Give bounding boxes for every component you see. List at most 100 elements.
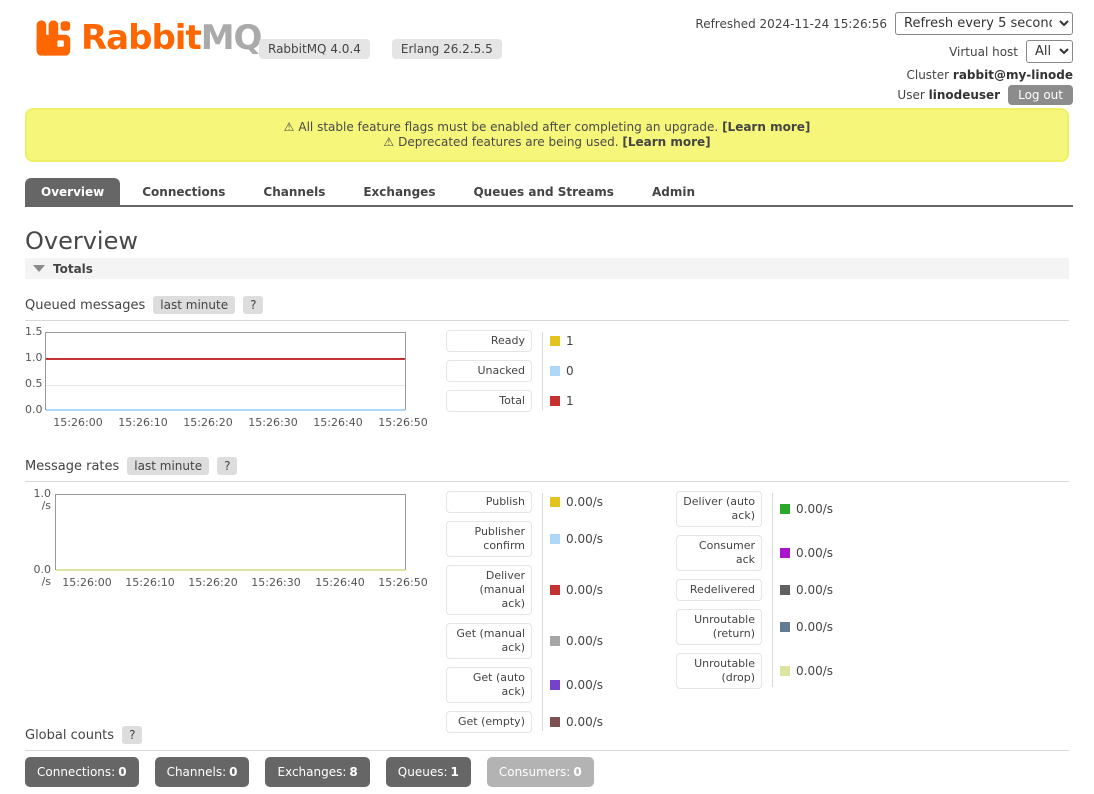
x-axis-tick: 15:26:20 <box>183 416 232 429</box>
tab-channels[interactable]: Channels <box>247 178 341 205</box>
collapse-triangle-icon <box>33 265 45 272</box>
x-axis-tick: 15:26:10 <box>125 576 174 589</box>
rates-legend-value: 0.00/s <box>796 664 833 678</box>
count-value: 0 <box>573 765 581 779</box>
x-axis-tick: 15:26:20 <box>188 576 237 589</box>
rabbitmq-logo[interactable]: RabbitMQTM <box>35 18 277 67</box>
message-rates-chart: 1.0 /s0.0 /s15:26:0015:26:1015:26:2015:2… <box>25 488 435 588</box>
totals-section-header[interactable]: Totals <box>25 258 1069 279</box>
count-value: 1 <box>451 765 459 779</box>
rabbitmq-version-badge: RabbitMQ 4.0.4 <box>259 39 370 59</box>
refreshed-text: Refreshed 2024-11-24 15:26:56 <box>695 17 887 31</box>
user-name: linodeuser <box>929 88 1000 102</box>
y-axis-tick: 1.5 <box>25 326 41 338</box>
rates-legend-divider <box>772 493 773 687</box>
virtual-host-select[interactable]: All <box>1026 40 1073 63</box>
virtual-host-label: Virtual host <box>949 45 1018 59</box>
count-value: 0 <box>118 765 126 779</box>
refresh-interval-select[interactable]: Refresh every 5 seconds <box>895 12 1073 35</box>
global-counts-boxes: Connections:0Channels:0Exchanges:8Queues… <box>25 757 594 787</box>
rates-legend-value: 0.00/s <box>796 620 833 634</box>
learn-more-link-1[interactable]: [Learn more] <box>722 120 810 134</box>
refresh-row: Refreshed 2024-11-24 15:26:56 Refresh ev… <box>695 12 1073 35</box>
rates-legend-value: 0.00/s <box>566 532 603 546</box>
queued-help-icon[interactable]: ? <box>243 296 263 314</box>
rates-legend-label: Deliver (auto ack) <box>676 491 762 527</box>
rates-legend-value: 0.00/s <box>566 678 603 692</box>
rates-legend-label: Deliver (manual ack) <box>446 565 532 615</box>
x-axis-tick: 15:26:50 <box>378 576 427 589</box>
rates-legend-label: Unroutable (return) <box>676 609 762 645</box>
rabbitmq-logo-icon <box>35 18 75 58</box>
count-box-connections: Connections:0 <box>25 757 139 787</box>
wordmark-mq: MQ <box>201 18 262 58</box>
message-rates-legend-left: Publish0.00/sPublisher confirm0.00/sDeli… <box>446 491 603 733</box>
y-axis-tick: 1.0 /s <box>25 488 51 500</box>
learn-more-link-2[interactable]: [Learn more] <box>622 135 710 149</box>
rates-range-badge[interactable]: last minute <box>127 457 209 475</box>
tab-admin[interactable]: Admin <box>636 178 711 205</box>
rates-legend-swatch-icon <box>550 680 560 690</box>
rates-legend-swatch-icon <box>780 548 790 558</box>
count-label: Exchanges: <box>277 765 346 779</box>
banner-line-2-text: Deprecated features are being used. <box>398 135 618 149</box>
queued-legend-row: Unacked0 <box>446 360 574 382</box>
rates-legend-row: Deliver (auto ack)0.00/s <box>676 491 833 527</box>
x-axis-tick: 15:26:40 <box>313 416 362 429</box>
queued-legend-row: Total 1 <box>446 390 574 412</box>
count-label: Connections: <box>37 765 115 779</box>
logout-button[interactable]: Log out <box>1008 85 1073 105</box>
refreshed-label: Refreshed <box>695 17 755 31</box>
rates-legend-label: Unroutable (drop) <box>676 653 762 689</box>
global-counts-title: Global counts <box>25 728 114 743</box>
rates-legend-value: 0.00/s <box>796 583 833 597</box>
user-label: User <box>897 88 924 102</box>
rates-legend-row: Unroutable (return) 0.00/s <box>676 609 833 645</box>
queued-legend-row: Ready 1 <box>446 330 574 352</box>
queued-legend-value: 1 <box>566 334 574 348</box>
totals-label: Totals <box>53 262 93 276</box>
rates-help-icon[interactable]: ? <box>217 457 237 475</box>
x-axis-tick: 15:26:50 <box>378 416 427 429</box>
rates-legend-divider <box>542 493 543 731</box>
queued-legend-label: Ready <box>446 330 532 352</box>
rates-legend-row: Unroutable (drop) 0.00/s <box>676 653 833 689</box>
tab-connections[interactable]: Connections <box>126 178 241 205</box>
message-rates-title: Message rates <box>25 459 119 474</box>
rates-legend-value: 0.00/s <box>566 495 603 509</box>
global-help-icon[interactable]: ? <box>122 726 142 744</box>
queued-legend-swatch-icon <box>550 366 560 376</box>
virtual-host-row: Virtual host All <box>949 40 1073 63</box>
user-text: User linodeuser <box>897 88 1000 102</box>
queued-legend-label: Total <box>446 390 532 412</box>
tab-exchanges[interactable]: Exchanges <box>347 178 451 205</box>
tab-queues-and-streams[interactable]: Queues and Streams <box>457 178 629 205</box>
tab-overview[interactable]: Overview <box>25 178 120 205</box>
rates-legend-swatch-icon <box>780 585 790 595</box>
queued-legend-divider <box>542 332 543 410</box>
count-label: Channels: <box>167 765 227 779</box>
rates-legend-row: Redelivered0.00/s <box>676 579 833 601</box>
rates-legend-row: Deliver (manual ack)0.00/s <box>446 565 603 615</box>
cluster-row: Cluster rabbit@my-linode <box>906 68 1073 82</box>
count-box-exchanges: Exchanges:8 <box>265 757 369 787</box>
series-line-unroutable-drop- <box>56 569 405 571</box>
warning-icon-2: ⚠ <box>383 135 394 149</box>
rates-legend-swatch-icon <box>550 497 560 507</box>
series-line-unacked <box>46 409 405 411</box>
rates-legend-label: Get (manual ack) <box>446 623 532 659</box>
rates-legend-label: Publisher confirm <box>446 521 532 557</box>
count-value: 8 <box>349 765 357 779</box>
queued-legend-value: 1 <box>566 394 574 408</box>
rates-legend-swatch-icon <box>780 504 790 514</box>
queued-legend-value: 0 <box>566 364 574 378</box>
user-row: User linodeuser Log out <box>897 85 1073 105</box>
gridline <box>46 385 405 386</box>
rabbitmq-overview-page: RabbitMQTM RabbitMQ 4.0.4 Erlang 26.2.5.… <box>0 0 1094 794</box>
wordmark-rabbit: Rabbit <box>81 18 201 58</box>
queued-range-badge[interactable]: last minute <box>153 296 235 314</box>
rates-legend-swatch-icon <box>550 585 560 595</box>
x-axis-tick: 15:26:00 <box>53 416 102 429</box>
chart-plot-area <box>55 494 406 570</box>
rates-legend-row: Get (manual ack)0.00/s <box>446 623 603 659</box>
